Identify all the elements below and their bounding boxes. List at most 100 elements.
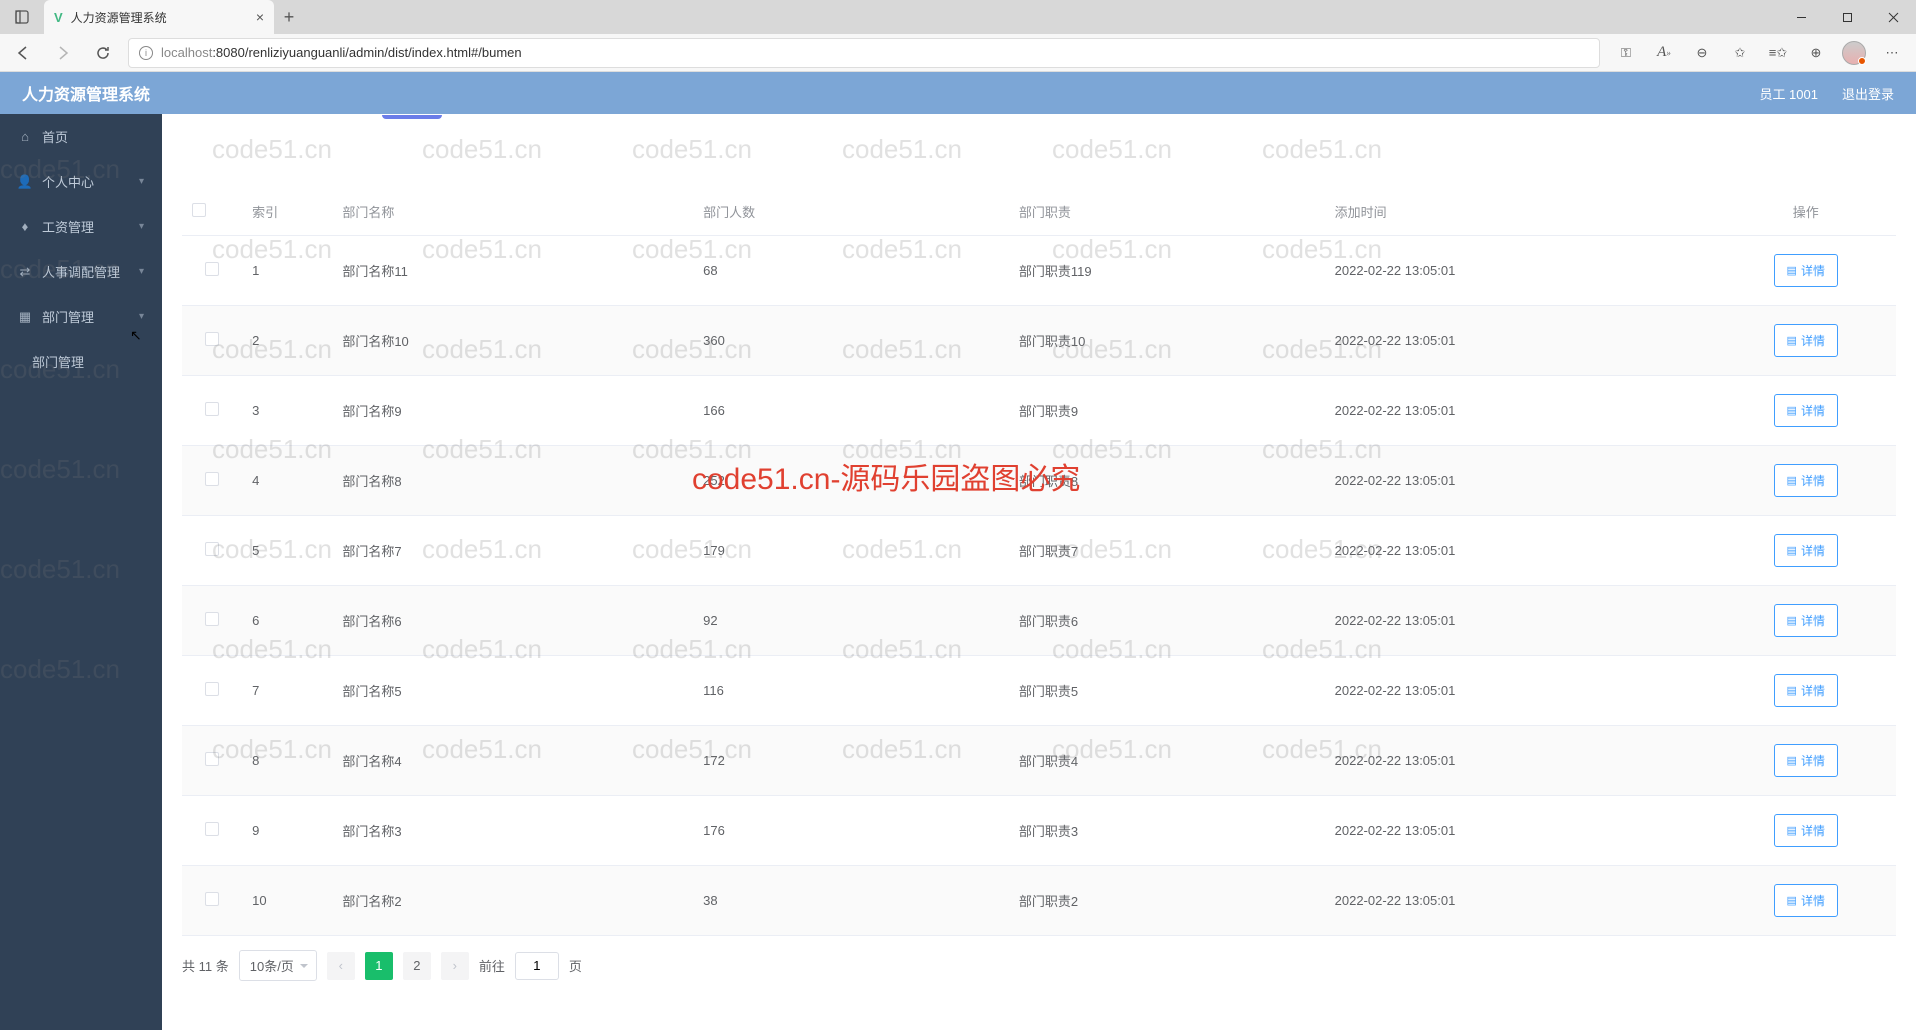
toolbar-right: ⚿ A» ⊖ ✩ ≡✩ ⊕ ⋯ [1610, 38, 1908, 68]
address-bar: i localhost:8080/renliziyuanguanli/admin… [0, 34, 1916, 72]
new-tab-button[interactable]: + [274, 2, 304, 32]
tab-title: 人力资源管理系统 [71, 9, 248, 26]
cell-name: 部门名称4 [332, 726, 693, 796]
document-icon: ▤ [1787, 754, 1797, 767]
app-header: 人力资源管理系统 员工 1001 退出登录 [0, 72, 1916, 114]
document-icon: ▤ [1787, 474, 1797, 487]
cell-name: 部门名称8 [332, 446, 693, 516]
row-checkbox[interactable] [205, 822, 219, 836]
row-checkbox[interactable] [205, 472, 219, 486]
tab-overview-button[interactable] [8, 3, 36, 31]
select-all-checkbox[interactable] [192, 203, 206, 217]
pagination: 共 11 条 10条/页 ‹ 1 2 › 前往 页 [182, 936, 1896, 995]
th-duty: 部门职责 [1009, 188, 1325, 236]
cell-duty: 部门职责9 [1009, 376, 1325, 446]
detail-button[interactable]: ▤详情 [1774, 464, 1838, 497]
detail-button[interactable]: ▤详情 [1774, 254, 1838, 287]
browser-tab[interactable]: V 人力资源管理系统 × [44, 0, 274, 34]
sidebar-subitem-department[interactable]: 部门管理 [0, 339, 162, 384]
sidebar-item-salary[interactable]: ♦ 工资管理 ▾ [0, 204, 162, 249]
collections-icon[interactable]: ⊕ [1800, 38, 1832, 68]
cell-name: 部门名称5 [332, 656, 693, 726]
cell-name: 部门名称7 [332, 516, 693, 586]
watermark-text: code51.cn [632, 134, 752, 165]
app-title: 人力资源管理系统 [22, 81, 150, 105]
detail-button[interactable]: ▤详情 [1774, 534, 1838, 567]
row-checkbox[interactable] [205, 332, 219, 346]
password-icon[interactable]: ⚿ [1610, 38, 1642, 68]
table-row: 8部门名称4172部门职责42022-02-22 13:05:01▤详情 [182, 726, 1896, 796]
goto-page-input[interactable] [515, 952, 559, 980]
cell-index: 7 [242, 656, 332, 726]
cell-time: 2022-02-22 13:05:01 [1325, 796, 1716, 866]
row-checkbox[interactable] [205, 402, 219, 416]
tab-close-icon[interactable]: × [256, 9, 264, 25]
forward-button[interactable] [48, 38, 78, 68]
refresh-button[interactable] [88, 38, 118, 68]
cell-time: 2022-02-22 13:05:01 [1325, 726, 1716, 796]
detail-button[interactable]: ▤详情 [1774, 744, 1838, 777]
row-checkbox[interactable] [205, 542, 219, 556]
table-row: 3部门名称9166部门职责92022-02-22 13:05:01▤详情 [182, 376, 1896, 446]
detail-button[interactable]: ▤详情 [1774, 604, 1838, 637]
sidebar-item-label: 个人中心 [42, 172, 94, 191]
favorite-icon[interactable]: ✩ [1724, 38, 1756, 68]
watermark-text: code51.cn [422, 134, 542, 165]
cell-duty: 部门职责10 [1009, 306, 1325, 376]
cell-index: 4 [242, 446, 332, 516]
document-icon: ▤ [1787, 824, 1797, 837]
th-name: 部门名称 [332, 188, 693, 236]
detail-button[interactable]: ▤详情 [1774, 394, 1838, 427]
row-checkbox[interactable] [205, 262, 219, 276]
row-checkbox[interactable] [205, 612, 219, 626]
watermark-text: code51.cn [1262, 134, 1382, 165]
minimize-button[interactable] [1778, 0, 1824, 34]
cell-name: 部门名称3 [332, 796, 693, 866]
cell-index: 8 [242, 726, 332, 796]
table-row: 1部门名称1168部门职责1192022-02-22 13:05:01▤详情 [182, 236, 1896, 306]
logout-link[interactable]: 退出登录 [1842, 84, 1894, 103]
detail-button[interactable]: ▤详情 [1774, 324, 1838, 357]
back-button[interactable] [8, 38, 38, 68]
favorites-bar-icon[interactable]: ≡✩ [1762, 38, 1794, 68]
detail-button[interactable]: ▤详情 [1774, 884, 1838, 917]
pagination-page-2[interactable]: 2 [403, 952, 431, 980]
read-aloud-icon[interactable]: A» [1648, 38, 1680, 68]
row-checkbox[interactable] [205, 682, 219, 696]
cell-name: 部门名称11 [332, 236, 693, 306]
cell-name: 部门名称6 [332, 586, 693, 656]
sidebar-item-hr[interactable]: ⇄ 人事调配管理 ▾ [0, 249, 162, 294]
pagination-prev[interactable]: ‹ [327, 952, 355, 980]
row-checkbox[interactable] [205, 892, 219, 906]
current-user-label[interactable]: 员工 1001 [1759, 84, 1818, 103]
detail-button[interactable]: ▤详情 [1774, 674, 1838, 707]
sidebar-item-home[interactable]: ⌂ 首页 [0, 114, 162, 159]
url-input[interactable]: i localhost:8080/renliziyuanguanli/admin… [128, 38, 1600, 68]
cell-time: 2022-02-22 13:05:01 [1325, 586, 1716, 656]
goto-label: 前往 [479, 956, 505, 975]
pagination-page-1[interactable]: 1 [365, 952, 393, 980]
th-index: 索引 [242, 188, 332, 236]
table-row: 7部门名称5116部门职责52022-02-22 13:05:01▤详情 [182, 656, 1896, 726]
swap-icon: ⇄ [18, 265, 32, 279]
profile-button[interactable] [1838, 38, 1870, 68]
cell-time: 2022-02-22 13:05:01 [1325, 236, 1716, 306]
cell-time: 2022-02-22 13:05:01 [1325, 516, 1716, 586]
dept-icon: ▦ [18, 310, 32, 324]
maximize-button[interactable] [1824, 0, 1870, 34]
table-row: 10部门名称238部门职责22022-02-22 13:05:01▤详情 [182, 866, 1896, 936]
department-table: 索引 部门名称 部门人数 部门职责 添加时间 操作 1部门名称1168部门职责1… [182, 188, 1896, 936]
cell-index: 2 [242, 306, 332, 376]
site-info-icon[interactable]: i [139, 46, 153, 60]
row-checkbox[interactable] [205, 752, 219, 766]
pagination-next[interactable]: › [441, 952, 469, 980]
cell-time: 2022-02-22 13:05:01 [1325, 306, 1716, 376]
menu-button[interactable]: ⋯ [1876, 38, 1908, 68]
window-close-button[interactable] [1870, 0, 1916, 34]
page-size-select[interactable]: 10条/页 [239, 950, 317, 981]
search-button-partial[interactable] [382, 115, 442, 119]
zoom-out-icon[interactable]: ⊖ [1686, 38, 1718, 68]
sidebar-item-profile[interactable]: 👤 个人中心 ▾ [0, 159, 162, 204]
detail-button[interactable]: ▤详情 [1774, 814, 1838, 847]
th-action: 操作 [1716, 188, 1896, 236]
